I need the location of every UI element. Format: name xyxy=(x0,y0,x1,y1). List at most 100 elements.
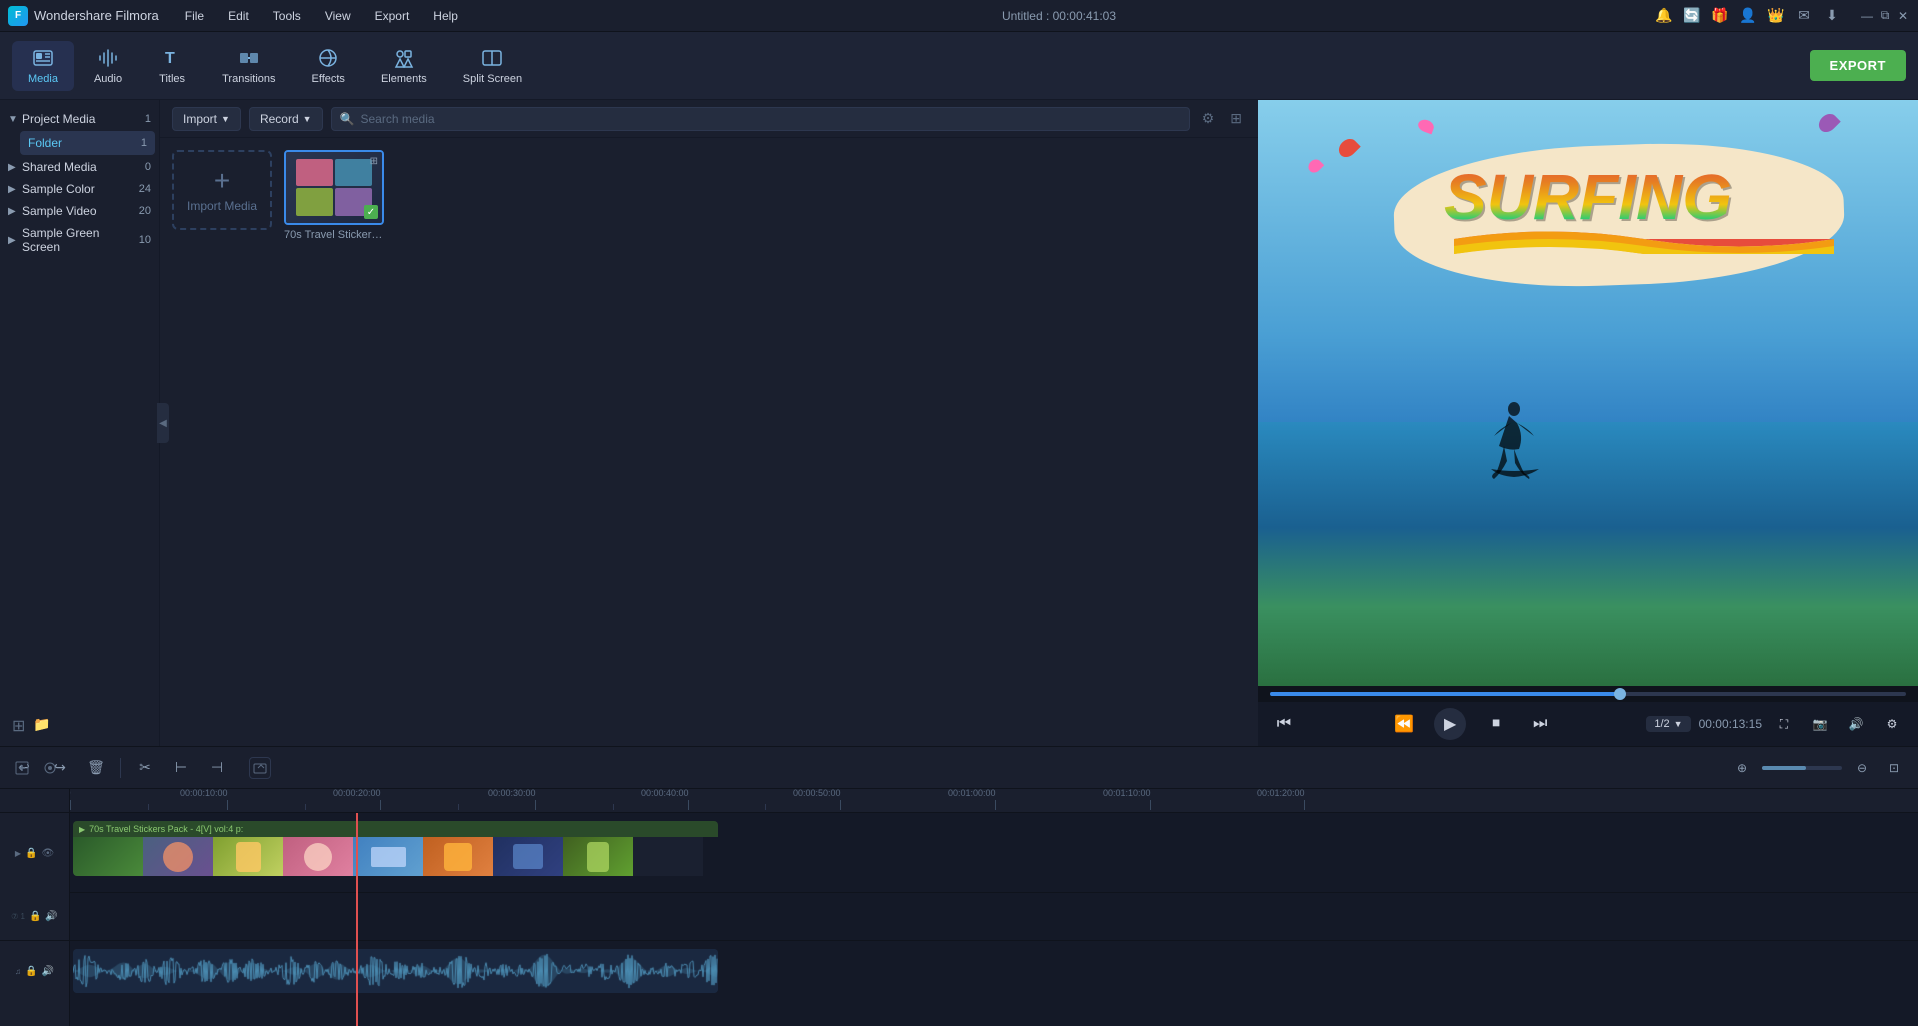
sidebar-section-shared-media[interactable]: ▶ Shared Media 0 xyxy=(0,156,159,178)
speaker-icon[interactable]: 🔊 xyxy=(45,911,57,922)
sidebar-item-folder[interactable]: Folder 1 xyxy=(20,131,155,155)
toolbar-media[interactable]: Media xyxy=(12,41,74,91)
menu-tools[interactable]: Tools xyxy=(269,7,305,25)
kite-3 xyxy=(1306,157,1324,175)
audio-detach-btn[interactable]: ⊣ xyxy=(205,756,229,780)
kite-1 xyxy=(1335,135,1360,160)
rewind-btn[interactable]: ⏪ xyxy=(1390,710,1418,738)
clip-label: 70s Travel Stickers Pack - 4[V] vol:4 p: xyxy=(89,824,243,834)
zoom-in-icon[interactable]: ⊕ xyxy=(1730,756,1754,780)
sidebar-section-project-media[interactable]: ▼ Project Media 1 xyxy=(0,108,159,130)
quality-selector[interactable]: 1/2 ▼ xyxy=(1646,716,1690,732)
sidebar-section-sample-color[interactable]: ▶ Sample Color 24 xyxy=(0,178,159,200)
chevron-right-icon: ▶ xyxy=(8,162,18,173)
close-btn[interactable]: ✕ xyxy=(1896,9,1910,23)
app-logo-icon: F xyxy=(8,6,28,26)
water-area xyxy=(1258,422,1918,686)
sample-green-screen-label: Sample Green Screen xyxy=(22,226,135,254)
gift-icon[interactable]: 🎁 xyxy=(1712,8,1728,24)
media-thumbnail: ⊞ ✓ xyxy=(284,150,384,225)
split-btn[interactable]: ⊢ xyxy=(169,756,193,780)
record-dropdown[interactable]: Record ▼ xyxy=(249,107,323,131)
fullscreen-icon[interactable]: ⛶ xyxy=(1770,710,1798,738)
menu-view[interactable]: View xyxy=(321,7,355,25)
mail-icon[interactable]: ✉ xyxy=(1796,8,1812,24)
search-bar[interactable]: 🔍 xyxy=(331,107,1190,131)
lock-icon-3[interactable]: 🔒 xyxy=(25,966,37,977)
volume-icon[interactable]: 🔊 xyxy=(1842,710,1870,738)
crown-icon[interactable]: 👑 xyxy=(1768,8,1784,24)
menu-export[interactable]: Export xyxy=(371,7,414,25)
preview-progress xyxy=(1258,686,1918,702)
project-media-count: 1 xyxy=(145,113,151,125)
splitscreen-label: Split Screen xyxy=(463,73,522,85)
shared-media-count: 0 xyxy=(145,161,151,173)
next-frame-btn[interactable]: ⏭ xyxy=(1526,710,1554,738)
video-clip[interactable]: ▶ 70s Travel Stickers Pack - 4[V] vol:4 … xyxy=(73,821,718,876)
notification-icon[interactable]: 🔔 xyxy=(1656,8,1672,24)
toolbar-audio[interactable]: Audio xyxy=(78,41,138,91)
lock-icon-2[interactable]: 🔒 xyxy=(29,911,41,922)
zoom-out-icon[interactable]: ⊖ xyxy=(1850,756,1874,780)
sync-icon[interactable]: 🔄 xyxy=(1684,8,1700,24)
toolbar-transitions[interactable]: Transitions xyxy=(206,41,291,91)
media-item-70s-stickers[interactable]: ⊞ ✓ 70s Travel Stickers Pack... xyxy=(284,150,384,241)
audio-track-row xyxy=(70,941,1918,1001)
export-button[interactable]: EXPORT xyxy=(1810,50,1906,81)
eye-icon[interactable]: 👁 xyxy=(41,848,54,859)
audio-clip[interactable] xyxy=(73,949,718,993)
sidebar-collapse-btn[interactable]: ◀ xyxy=(157,403,169,443)
lock-icon[interactable]: 🔒 xyxy=(25,848,37,859)
progress-bar[interactable] xyxy=(1270,692,1906,696)
settings-icon[interactable]: ⚙ xyxy=(1878,710,1906,738)
maximize-btn[interactable]: ⧉ xyxy=(1878,9,1892,23)
menu-file[interactable]: File xyxy=(181,7,208,25)
sidebar-add-icon[interactable]: ⊞ xyxy=(12,716,25,736)
toolbar-effects[interactable]: Effects xyxy=(296,41,361,91)
play-btn[interactable]: ▶ xyxy=(1434,708,1466,740)
filter-icon[interactable]: ⚙ xyxy=(1198,106,1219,131)
import-media-button[interactable]: + Import Media xyxy=(172,150,272,230)
speaker-icon-2[interactable]: 🔊 xyxy=(42,966,54,977)
sidebar-section-sample-video[interactable]: ▶ Sample Video 20 xyxy=(0,200,159,222)
ruler-mark-1: 00:00:10:00 xyxy=(227,800,228,810)
surfing-sticker: SURFING xyxy=(1444,160,1732,234)
download-icon[interactable]: ⬇ xyxy=(1824,8,1840,24)
sidebar-section-sample-green-screen[interactable]: ▶ Sample Green Screen 10 xyxy=(0,222,159,258)
clip-header: ▶ 70s Travel Stickers Pack - 4[V] vol:4 … xyxy=(73,821,718,837)
search-input[interactable] xyxy=(361,112,1181,126)
import-dropdown[interactable]: Import ▼ xyxy=(172,107,241,131)
add-media-btn[interactable] xyxy=(249,757,271,779)
toolbar-titles[interactable]: T Titles xyxy=(142,41,202,91)
screenshot-icon[interactable]: 📷 xyxy=(1806,710,1834,738)
effects-icon xyxy=(317,47,339,69)
cut-btn[interactable]: ✂ xyxy=(133,756,157,780)
ruler-minor-5 xyxy=(765,804,766,810)
view-toggle-icon[interactable]: ⊞ xyxy=(1226,106,1246,131)
fit-to-window-icon[interactable]: ⊡ xyxy=(1882,756,1906,780)
menu-edit[interactable]: Edit xyxy=(224,7,253,25)
import-media-label: Import Media xyxy=(187,199,257,213)
toolbar-splitscreen[interactable]: Split Screen xyxy=(447,41,538,91)
user-icon[interactable]: 👤 xyxy=(1740,8,1756,24)
menu-help[interactable]: Help xyxy=(429,7,462,25)
minor-tick xyxy=(305,804,306,810)
zoom-slider[interactable] xyxy=(1762,766,1842,770)
add-track-btn[interactable] xyxy=(12,758,32,778)
toolbar-elements[interactable]: Elements xyxy=(365,41,443,91)
prev-frame-btn[interactable]: ⏮ xyxy=(1270,710,1298,738)
ruler-label-1: 00:00:10:00 xyxy=(180,789,228,798)
minor-tick xyxy=(458,804,459,810)
stop-btn[interactable]: ⏹ xyxy=(1482,710,1510,738)
ruler-tick-1 xyxy=(227,800,228,810)
video-track-icon: ▶ xyxy=(15,849,21,858)
minimize-btn[interactable]: — xyxy=(1860,9,1874,23)
thumb-grid xyxy=(296,159,373,216)
audio-track-label: ♫ 🔒 🔊 xyxy=(0,941,70,1001)
progress-handle[interactable] xyxy=(1614,688,1626,700)
delete-btn[interactable]: 🗑 xyxy=(84,756,108,780)
snap-btn[interactable] xyxy=(40,758,60,778)
ruler-mark-6: 00:01:00:00 xyxy=(995,800,996,810)
sidebar-folder-icon[interactable]: 📁 xyxy=(33,716,50,736)
ruler-label-3: 00:00:30:00 xyxy=(488,789,536,798)
